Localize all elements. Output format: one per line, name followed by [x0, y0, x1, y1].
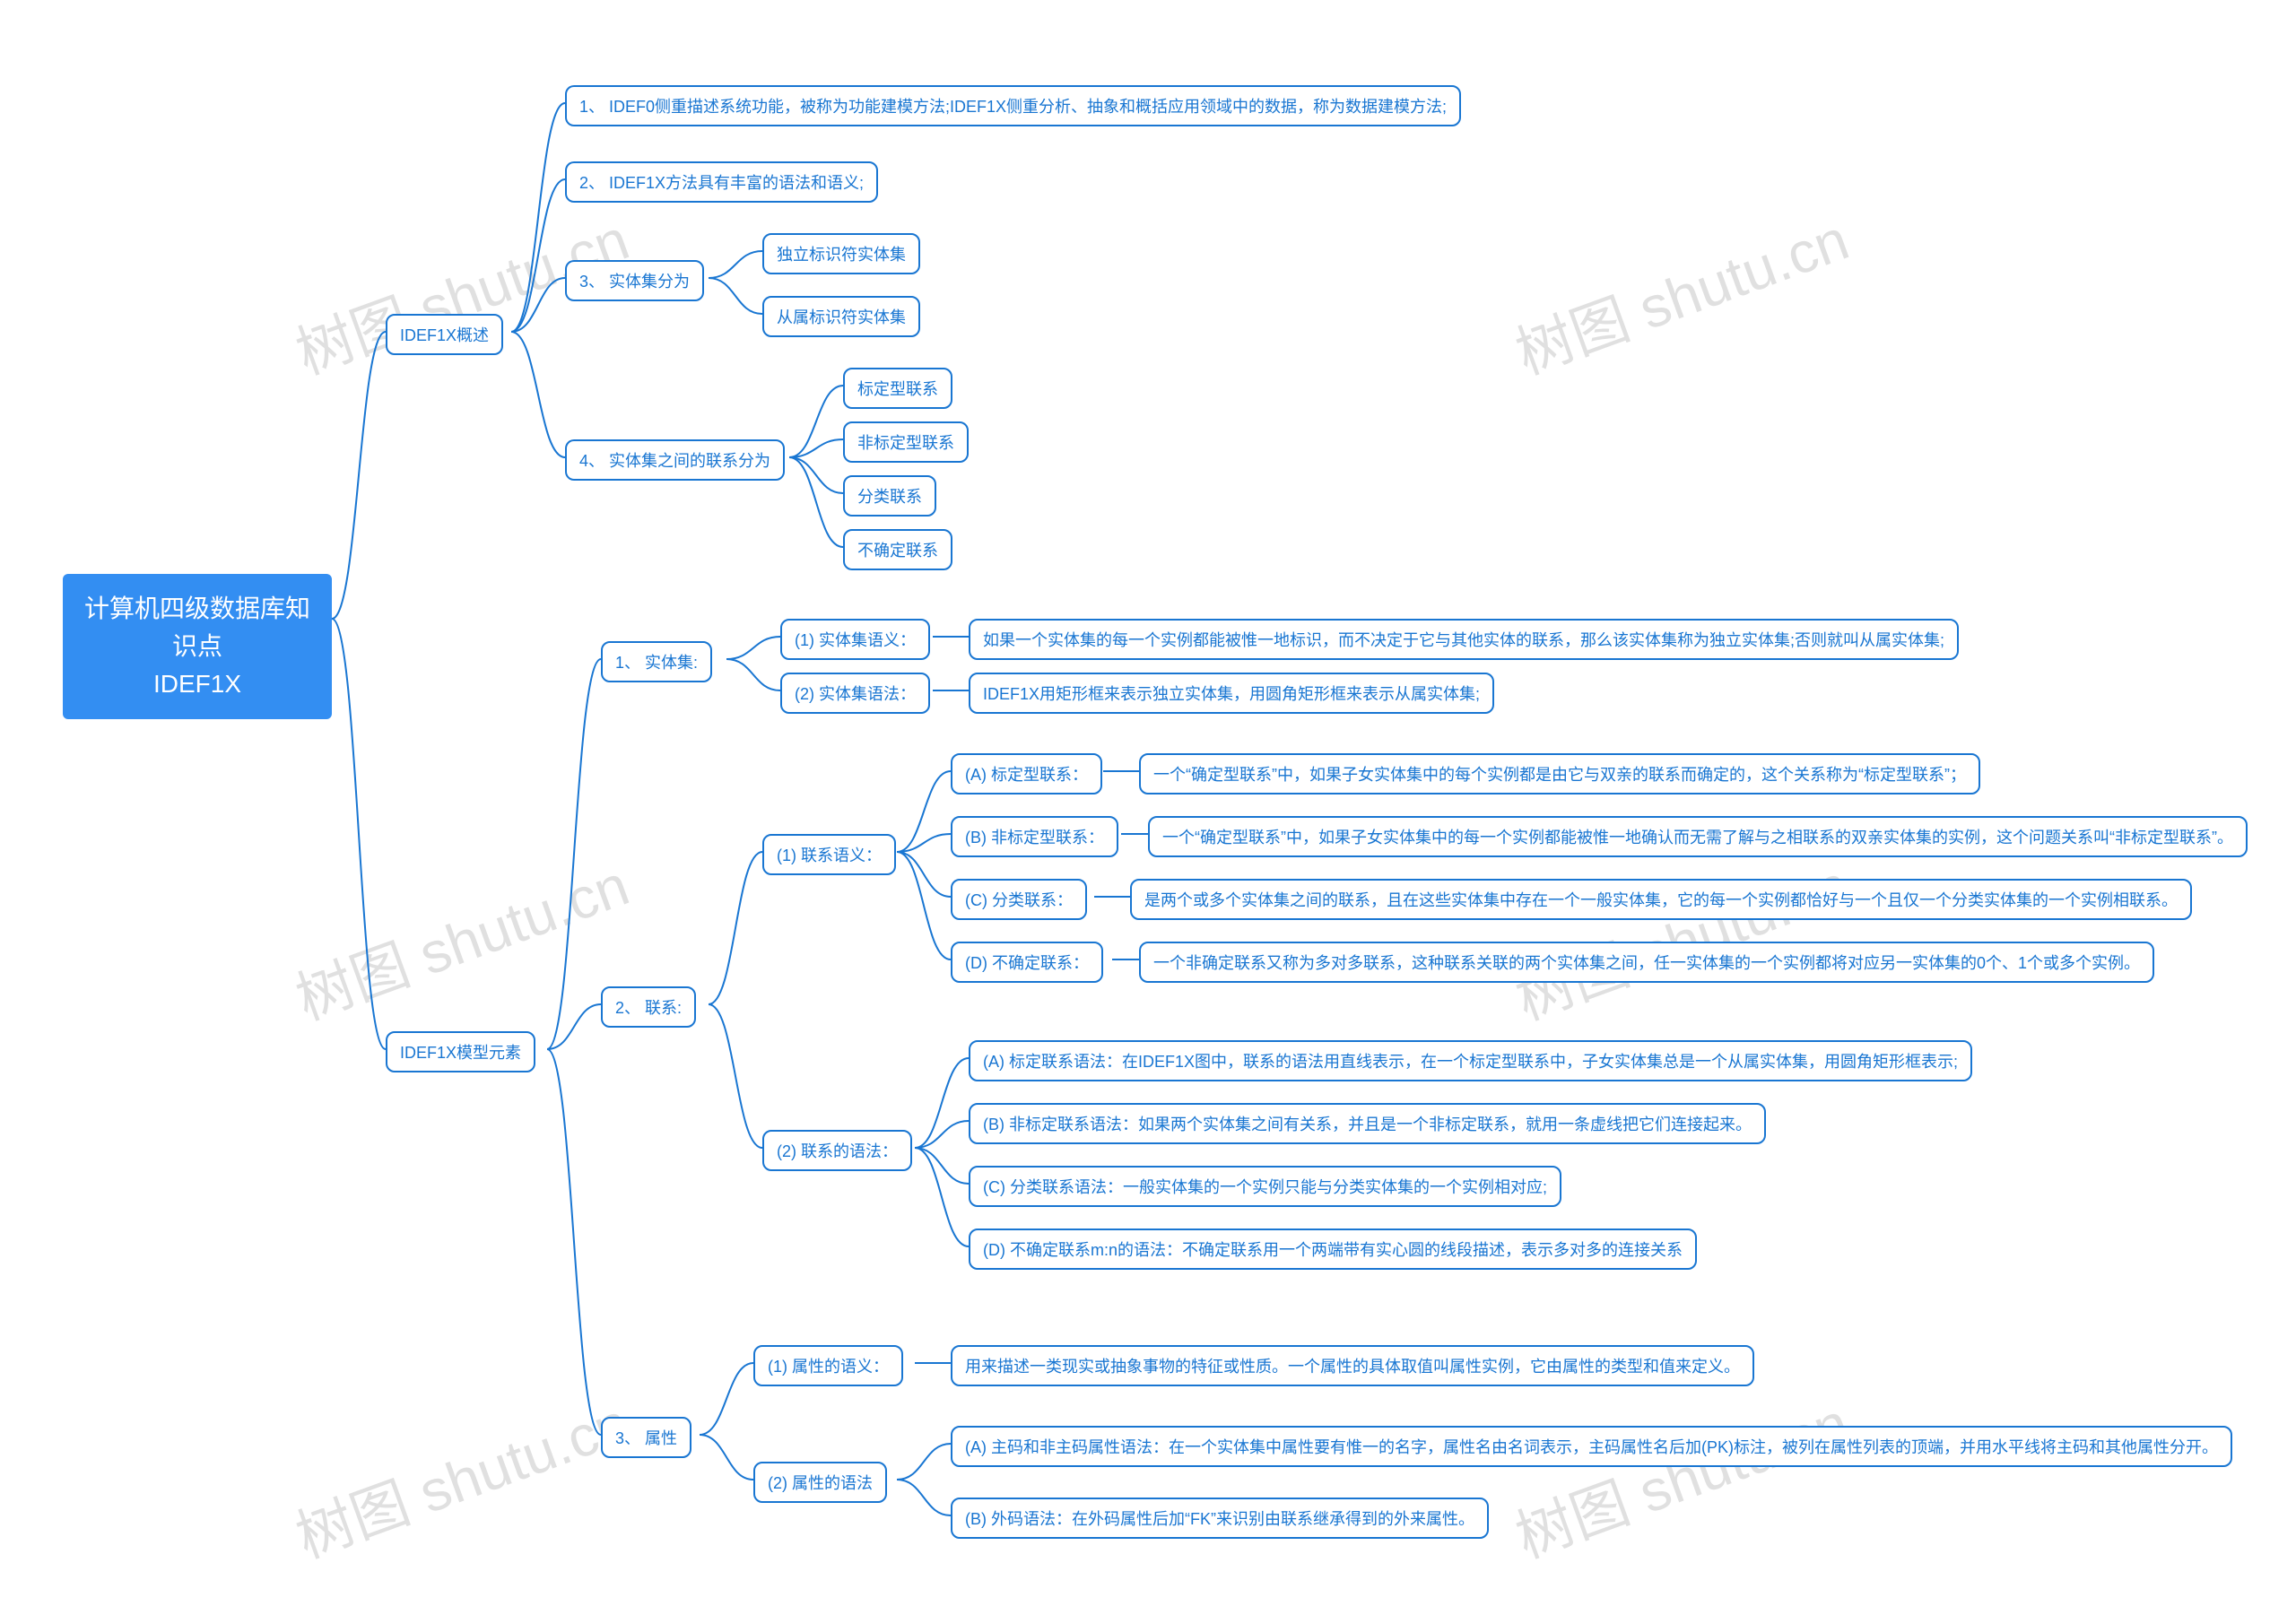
watermark: 树图 shutu.cn [283, 1377, 639, 1574]
watermark: 树图 shutu.cn [1503, 1377, 1858, 1574]
root-node: 计算机四级数据库知识点IDEF1X [63, 574, 332, 719]
overview-p4-b: 非标定型联系 [843, 421, 969, 463]
overview-p3-b: 从属标识符实体集 [762, 296, 920, 337]
watermark: 树图 shutu.cn [283, 839, 639, 1036]
model-e2-syn-label: (2) 联系的语法： [762, 1130, 912, 1171]
model-e1-sem-label: (1) 实体集语义： [780, 619, 930, 660]
model-e2-sem-label: (1) 联系语义： [762, 834, 896, 875]
watermark: 树图 shutu.cn [1503, 194, 1858, 390]
model-e2-sem-c-label: (C) 分类联系： [951, 879, 1087, 920]
model-e2-sem-d-label: (D) 不确定联系： [951, 942, 1103, 983]
model-e3-syn-b-text: (B) 外码语法：在外码属性后加“FK”来识别由联系继承得到的外来属性。 [951, 1498, 1489, 1539]
model-e2-sem-a-text: 一个“确定型联系”中，如果子女实体集中的每个实例都是由它与双亲的联系而确定的，这… [1139, 753, 1980, 794]
model-e2-syn-b-text: (B) 非标定联系语法：如果两个实体集之间有关系，并且是一个非标定联系，就用一条… [969, 1103, 1766, 1144]
overview-title: IDEF1X概述 [386, 314, 503, 355]
model-e2-syn-a-text: (A) 标定联系语法：在IDEF1X图中，联系的语法用直线表示，在一个标定型联系… [969, 1040, 1972, 1081]
overview-p4-d: 不确定联系 [843, 529, 952, 570]
model-e3-title: 3、 属性 [601, 1417, 691, 1458]
model-e3-sem-label: (1) 属性的语义： [753, 1345, 903, 1386]
model-e1-syn-label: (2) 实体集语法： [780, 673, 930, 714]
model-title: IDEF1X模型元素 [386, 1031, 535, 1072]
overview-p3-a: 独立标识符实体集 [762, 233, 920, 274]
model-e3-sem-text: 用来描述一类现实或抽象事物的特征或性质。一个属性的具体取值叫属性实例，它由属性的… [951, 1345, 1754, 1386]
model-e2-sem-c-text: 是两个或多个实体集之间的联系，且在这些实体集中存在一个一般实体集，它的每一个实例… [1130, 879, 2192, 920]
model-e1-syn-text: IDEF1X用矩形框来表示独立实体集，用圆角矩形框来表示从属实体集; [969, 673, 1494, 714]
overview-p1: 1、 IDEF0侧重描述系统功能，被称为功能建模方法;IDEF1X侧重分析、抽象… [565, 85, 1461, 126]
model-e2-syn-d-text: (D) 不确定联系m:n的语法：不确定联系用一个两端带有实心圆的线段描述，表示多… [969, 1229, 1697, 1270]
model-e3-syn-a-text: (A) 主码和非主码属性语法：在一个实体集中属性要有惟一的名字，属性名由名词表示… [951, 1426, 2232, 1467]
watermark: 树图 shutu.cn [1503, 839, 1858, 1036]
model-e2-sem-b-text: 一个“确定型联系”中，如果子女实体集中的每一个实例都能被惟一地确认而无需了解与之… [1148, 816, 2248, 857]
model-e1-sem-text: 如果一个实体集的每一个实例都能被惟一地标识，而不决定于它与其他实体的联系，那么该… [969, 619, 1959, 660]
overview-p4-a: 标定型联系 [843, 368, 952, 409]
overview-p2: 2、 IDEF1X方法具有丰富的语法和语义; [565, 161, 878, 203]
model-e2-sem-b-label: (B) 非标定型联系： [951, 816, 1118, 857]
overview-p3-title: 3、 实体集分为 [565, 260, 704, 301]
model-e3-syn-label: (2) 属性的语法 [753, 1462, 887, 1503]
model-e2-syn-c-text: (C) 分类联系语法：一般实体集的一个实例只能与分类实体集的一个实例相对应; [969, 1166, 1561, 1207]
model-e2-sem-d-text: 一个非确定联系又称为多对多联系，这种联系关联的两个实体集之间，任一实体集的一个实… [1139, 942, 2154, 983]
model-e2-sem-a-label: (A) 标定型联系： [951, 753, 1102, 794]
overview-p4-title: 4、 实体集之间的联系分为 [565, 439, 785, 481]
overview-p4-c: 分类联系 [843, 475, 936, 517]
model-e1-title: 1、 实体集: [601, 641, 712, 682]
model-e2-title: 2、 联系: [601, 986, 696, 1028]
